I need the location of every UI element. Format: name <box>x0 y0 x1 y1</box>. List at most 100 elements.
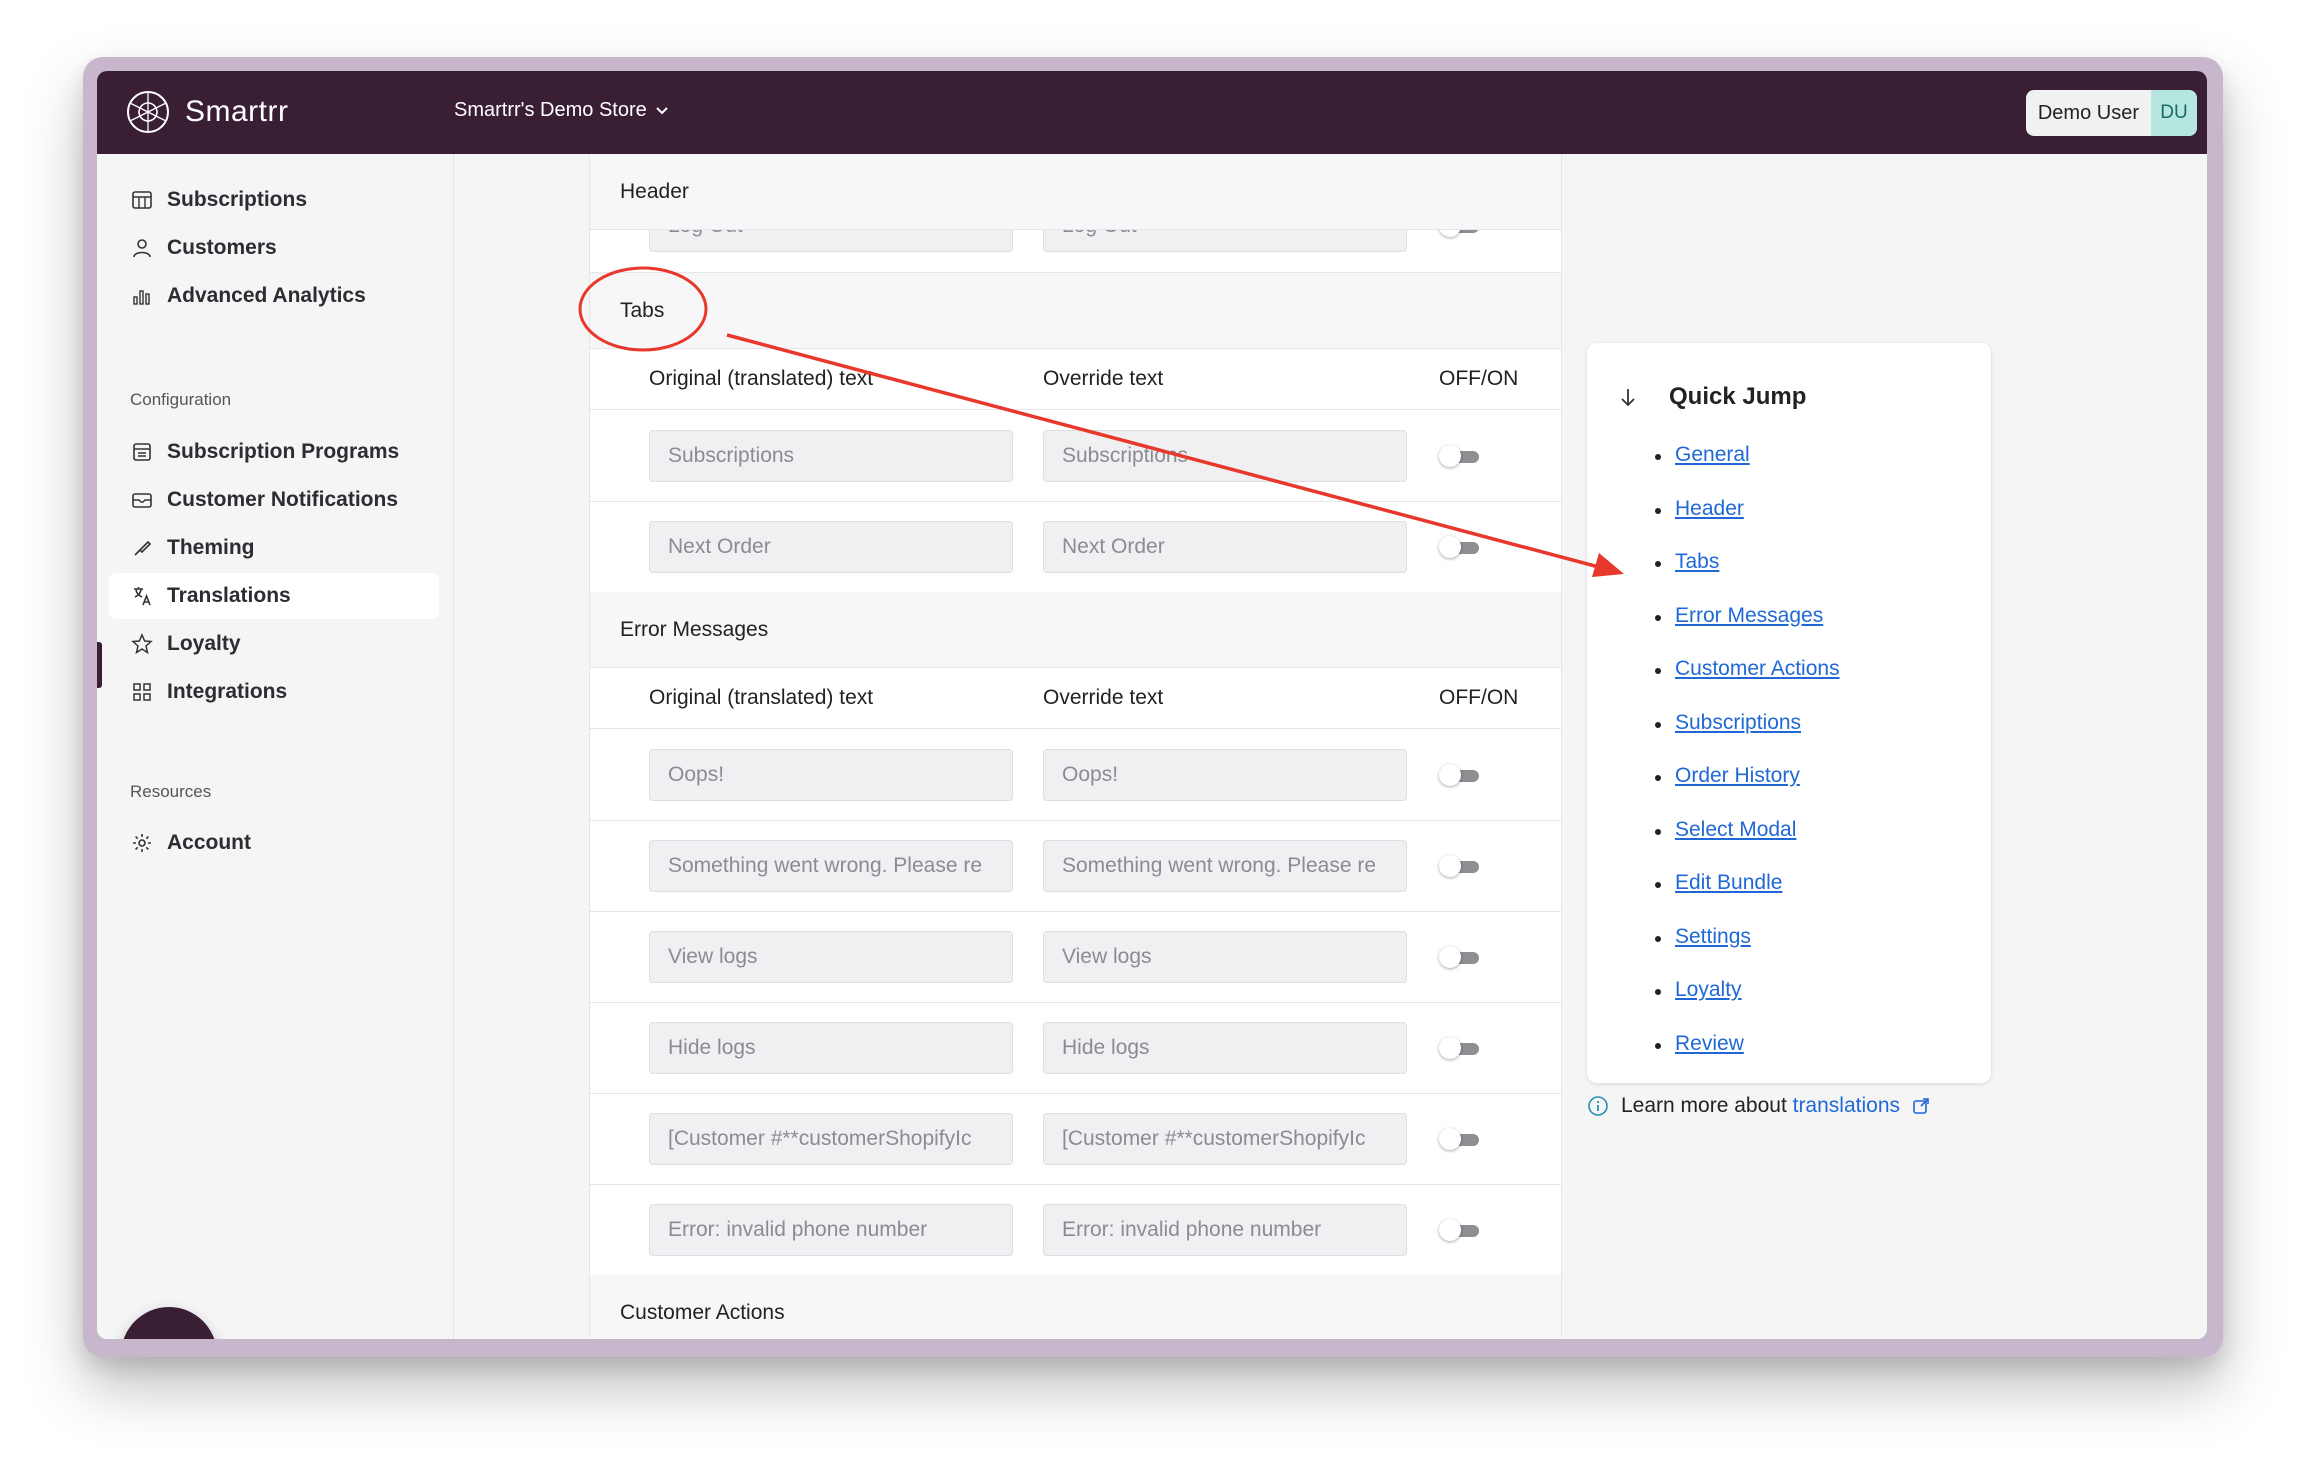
table-row: Subscriptions Subscriptions <box>590 410 1561 502</box>
sidebar-item-subscriptions[interactable]: Subscriptions <box>109 177 439 223</box>
sidebar-item-label: Customer Notifications <box>167 488 399 511</box>
section-header-header: Header <box>590 154 1561 230</box>
override-toggle[interactable] <box>1439 1219 1481 1241</box>
override-toggle[interactable] <box>1439 1037 1481 1059</box>
override-text-field[interactable]: View logs <box>1043 931 1407 983</box>
original-text-field[interactable]: Error: invalid phone number <box>649 1204 1013 1256</box>
table-row: Oops! Oops! <box>590 729 1561 821</box>
sidebar-item-label: Customers <box>167 236 277 259</box>
column-header-original: Original (translated) text <box>649 367 874 390</box>
brand-logo[interactable]: Smartrr <box>125 89 289 135</box>
list-item: Subscriptions <box>1655 711 1840 765</box>
section-title: Customer Actions <box>620 1301 785 1324</box>
translate-icon <box>134 587 151 606</box>
sidebar-item-label: Theming <box>167 536 255 559</box>
quick-jump-link[interactable]: Tabs <box>1675 550 1719 574</box>
section-header-error-messages: Error Messages <box>590 592 1561 668</box>
sidebar-item-account[interactable]: Account <box>109 820 439 866</box>
override-toggle[interactable] <box>1439 855 1481 877</box>
sidebar-item-translations[interactable]: Translations <box>109 573 439 619</box>
column-header-override: Override text <box>1043 686 1164 709</box>
original-text-field[interactable]: View logs <box>649 931 1013 983</box>
quick-jump-link[interactable]: Header <box>1675 497 1744 521</box>
quick-jump-card: Quick Jump General Header Tabs Error Mes… <box>1587 343 1991 1083</box>
original-text-field[interactable]: Subscriptions <box>649 430 1013 482</box>
list-item: Tabs <box>1655 550 1840 604</box>
table-row: Error: invalid phone number Error: inval… <box>590 1184 1561 1276</box>
chat-button[interactable] <box>121 1307 217 1339</box>
translations-link[interactable]: translations <box>1793 1094 1900 1117</box>
store-switcher[interactable]: Smartrr's Demo Store <box>454 99 669 122</box>
section-title: Tabs <box>620 298 665 322</box>
override-text-field[interactable]: Hide logs <box>1043 1022 1407 1074</box>
table-row: View logs View logs <box>590 911 1561 1003</box>
table-icon <box>132 191 152 209</box>
override-toggle[interactable] <box>1439 536 1481 558</box>
original-text-field[interactable]: Hide logs <box>649 1022 1013 1074</box>
override-text-field[interactable]: Oops! <box>1043 749 1407 801</box>
section-header-customer-actions: Customer Actions <box>590 1275 1561 1339</box>
original-text-field[interactable]: [Customer #**customerShopifyIc <box>649 1113 1013 1165</box>
original-text-field[interactable]: Oops! <box>649 749 1013 801</box>
sidebar-item-theming[interactable]: Theming <box>109 525 439 571</box>
original-text-field[interactable]: Log Out <box>649 230 1013 252</box>
override-toggle[interactable] <box>1439 445 1481 467</box>
sidebar-item-label: Translations <box>167 584 291 607</box>
brush-icon <box>134 540 152 556</box>
column-headers: Original (translated) text Override text… <box>590 349 1561 410</box>
calendar-list-icon <box>133 443 151 461</box>
override-text-field[interactable]: Error: invalid phone number <box>1043 1204 1407 1256</box>
override-text-field[interactable]: Subscriptions <box>1043 430 1407 482</box>
quick-jump-link[interactable]: Loyalty <box>1675 978 1742 1002</box>
list-item: Order History <box>1655 764 1840 818</box>
override-text-field[interactable]: Log Out <box>1043 230 1407 252</box>
sidebar-item-label: Loyalty <box>167 632 241 655</box>
info-icon <box>1588 1096 1608 1116</box>
list-item: Review <box>1655 1032 1840 1084</box>
quick-jump-link[interactable]: Order History <box>1675 764 1800 788</box>
envelope-icon <box>132 493 152 508</box>
quick-jump-link[interactable]: Error Messages <box>1675 604 1823 628</box>
override-toggle[interactable] <box>1439 946 1481 968</box>
sidebar-item-customer-notifications[interactable]: Customer Notifications <box>109 477 439 523</box>
brand-name: Smartrr <box>185 95 289 128</box>
sidebar-item-subscription-programs[interactable]: Subscription Programs <box>109 429 439 475</box>
sidebar-item-loyalty[interactable]: Loyalty <box>109 621 439 667</box>
override-toggle[interactable] <box>1439 230 1481 237</box>
quick-jump-title: Quick Jump <box>1669 383 1807 410</box>
quick-jump-link[interactable]: General <box>1675 443 1750 467</box>
list-item: Customer Actions <box>1655 657 1840 711</box>
quick-jump-link[interactable]: Review <box>1675 1032 1744 1056</box>
user-menu[interactable]: Demo User DU <box>2025 90 2197 136</box>
top-bar: Smartrr Smartrr's Demo Store Demo User D… <box>97 71 2207 154</box>
arrow-down-icon <box>1621 389 1635 407</box>
override-toggle[interactable] <box>1439 1128 1481 1150</box>
active-indicator <box>97 642 102 688</box>
quick-jump-link[interactable]: Subscriptions <box>1675 711 1801 735</box>
section-title: Error Messages <box>620 617 769 641</box>
learn-more-text: Learn more about translations <box>1621 1094 1900 1118</box>
learn-more-prefix: Learn more about <box>1621 1094 1793 1117</box>
override-text-field[interactable]: Next Order <box>1043 521 1407 573</box>
external-link-icon <box>1913 1098 1929 1114</box>
table-row: Hide logs Hide logs <box>590 1002 1561 1094</box>
original-text-field[interactable]: Something went wrong. Please re <box>649 840 1013 892</box>
override-text-field[interactable]: Something went wrong. Please re <box>1043 840 1407 892</box>
sidebar-item-customers[interactable]: Customers <box>109 225 439 271</box>
list-item: Select Modal <box>1655 818 1840 872</box>
list-item: Loyalty <box>1655 978 1840 1032</box>
sidebar-item-integrations[interactable]: Integrations <box>109 669 439 715</box>
quick-jump-link[interactable]: Edit Bundle <box>1675 871 1782 895</box>
original-text-field[interactable]: Next Order <box>649 521 1013 573</box>
sidebar-item-advanced-analytics[interactable]: Advanced Analytics <box>109 273 439 319</box>
list-item: Header <box>1655 497 1840 551</box>
sidebar-item-label: Subscription Programs <box>167 440 400 463</box>
quick-jump-link[interactable]: Customer Actions <box>1675 657 1840 681</box>
quick-jump-link[interactable]: Select Modal <box>1675 818 1796 842</box>
quick-jump-list: General Header Tabs Error Messages Custo… <box>1655 443 1840 1083</box>
override-toggle[interactable] <box>1439 764 1481 786</box>
quick-jump-link[interactable]: Settings <box>1675 925 1751 949</box>
list-item: Error Messages <box>1655 604 1840 658</box>
override-text-field[interactable]: [Customer #**customerShopifyIc <box>1043 1113 1407 1165</box>
section-label-configuration: Configuration <box>130 390 232 409</box>
